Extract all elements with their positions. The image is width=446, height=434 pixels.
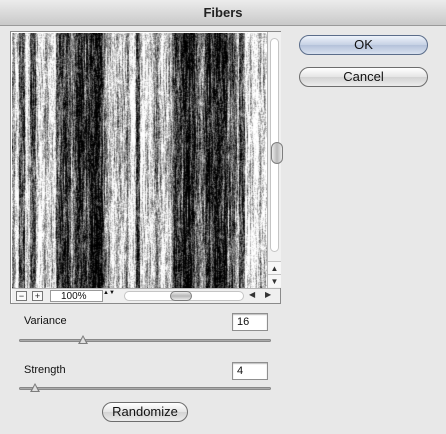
cancel-button[interactable]: Cancel — [299, 67, 428, 87]
vertical-scroll-thumb[interactable] — [271, 142, 283, 164]
zoom-bar: − + 100% ▲▼ ◀ ▶ — [12, 288, 280, 303]
ok-button[interactable]: OK — [299, 35, 428, 55]
horizontal-scroll-thumb[interactable] — [170, 291, 192, 301]
right-arrow-icon[interactable]: ▶ — [265, 290, 271, 299]
fibers-preview-image[interactable] — [12, 33, 267, 288]
up-arrow-icon[interactable]: ▲ — [268, 261, 281, 274]
randomize-button[interactable]: Randomize — [102, 402, 188, 422]
variance-label: Variance — [24, 315, 67, 327]
zoom-stepper-icon[interactable]: ▲▼ — [102, 290, 115, 302]
variance-slider[interactable] — [19, 335, 271, 344]
preview-vertical-scrollbar[interactable]: ▲ ▼ — [267, 32, 283, 288]
vertical-scroll-track[interactable] — [270, 38, 283, 252]
left-arrow-icon[interactable]: ◀ — [249, 290, 255, 299]
strength-label: Strength — [24, 364, 66, 376]
zoom-in-plus-icon[interactable]: + — [32, 291, 43, 301]
down-arrow-icon[interactable]: ▼ — [268, 274, 281, 287]
horizontal-scroll-track[interactable] — [124, 291, 244, 301]
preview-panel: ▲ ▼ − + 100% ▲▼ ◀ ▶ — [10, 31, 283, 304]
strength-slider-thumb[interactable] — [30, 383, 41, 392]
variance-input[interactable]: 16 — [232, 313, 268, 331]
window-title: Fibers — [203, 5, 243, 20]
zoom-level-value: 100% — [61, 291, 87, 302]
strength-slider[interactable] — [19, 383, 271, 392]
variance-slider-thumb[interactable] — [78, 335, 88, 344]
zoom-out-minus-icon[interactable]: − — [16, 291, 27, 301]
strength-input[interactable]: 4 — [232, 362, 268, 380]
title-bar: Fibers — [0, 0, 446, 26]
